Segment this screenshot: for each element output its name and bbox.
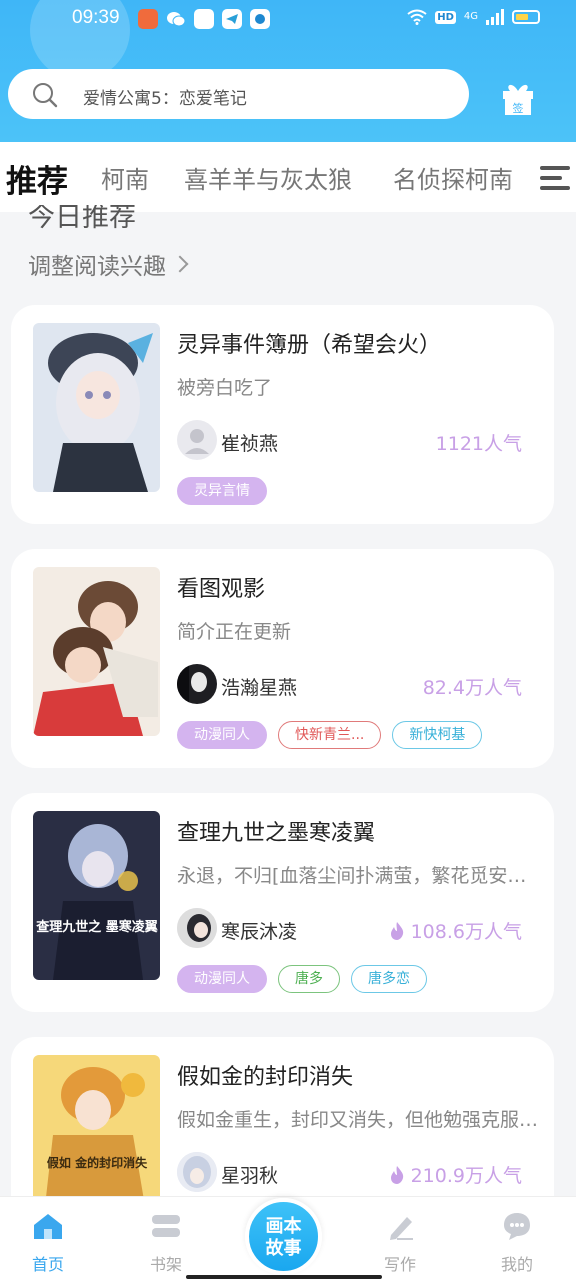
story-card[interactable]: 灵异事件簿册（希望会火） 被旁白吃了 崔祯燕 1121人气 灵异言情 [11, 305, 554, 524]
author-name[interactable]: 星羽秋 [221, 1161, 278, 1188]
tab-pleasant-goat[interactable]: 喜羊羊与灰太狼 [184, 160, 352, 195]
picture-story-label: 画本 故事 [265, 1216, 302, 1259]
nav-mine[interactable]: 我的 [477, 1211, 557, 1275]
author-avatar[interactable] [177, 664, 217, 704]
story-description: 简介正在更新 [177, 621, 292, 643]
author-name[interactable]: 寒辰沐凌 [221, 917, 297, 944]
checkin-gift-button[interactable]: 签 [499, 79, 537, 117]
story-tag[interactable]: 新快柯基 [392, 721, 483, 749]
story-tag[interactable]: 灵异言情 [177, 477, 267, 505]
hd-indicator: HD [435, 10, 456, 24]
popularity-count: 82.4万人气 [422, 677, 522, 699]
author-name[interactable]: 浩瀚星燕 [221, 673, 297, 700]
story-cover[interactable] [33, 323, 160, 492]
nav-home-label: 首页 [31, 1255, 64, 1274]
status-time: 09:39 [72, 7, 120, 28]
cover-title: 查理九世之 墨寒凌翼 [35, 919, 158, 935]
popularity-count: 1121人气 [435, 433, 522, 455]
tag-list: 动漫同人 唐多 唐多恋 [177, 965, 427, 993]
section-title: 今日推荐 [28, 205, 136, 233]
flame-icon [390, 921, 403, 940]
bookshelf-icon [152, 1215, 180, 1237]
story-title[interactable]: 灵异事件簿册（希望会火） [177, 327, 441, 359]
telegram-icon [222, 9, 242, 29]
network-type: 4G [463, 11, 478, 22]
tab-recommend[interactable]: 推荐 [6, 156, 68, 201]
story-title[interactable]: 看图观影 [177, 571, 265, 603]
nav-home[interactable]: 首页 [8, 1211, 88, 1275]
chevron-right-icon [171, 255, 189, 273]
adjust-interest-link[interactable]: 调整阅读兴趣 [28, 247, 189, 281]
author-avatar[interactable] [177, 1152, 217, 1192]
app-notification-icon [250, 9, 270, 29]
story-title[interactable]: 假如金的封印消失 [177, 1059, 353, 1091]
app-notification-icon [194, 9, 214, 29]
wechat-icon [166, 9, 186, 29]
story-card[interactable]: 查理九世之 墨寒凌翼 查理九世之墨寒凌翼 永退，不归[血落尘间扑满萤，繁花觅安…… [11, 793, 554, 1012]
cover-title: 假如 金的封印消失 [47, 1155, 148, 1170]
nav-shelf-label: 书架 [149, 1255, 182, 1274]
story-cover[interactable]: 查理九世之 墨寒凌翼 [33, 811, 160, 980]
nav-write-label: 写作 [383, 1255, 416, 1274]
story-description: 永退，不归[血落尘间扑满萤，繁花觅安… [177, 865, 527, 887]
battery-icon [512, 10, 540, 24]
story-description: 假如金重生，封印又消失，但他勉强克服… [177, 1109, 537, 1131]
wifi-icon [407, 9, 427, 25]
story-cover[interactable] [33, 567, 160, 736]
search-placeholder: 爱情公寓5：恋爱笔记 [83, 89, 247, 109]
popularity-count: 210.9万人气 [389, 1161, 522, 1188]
chat-bubble-icon [504, 1213, 530, 1240]
story-description: 被旁白吃了 [177, 377, 273, 399]
status-bar: 09:39 HD 4G [0, 4, 576, 32]
story-tag[interactable]: 动漫同人 [177, 965, 267, 993]
flame-icon [390, 1165, 403, 1184]
app-notification-icon [138, 9, 158, 29]
checkin-label: 签 [513, 101, 524, 115]
category-tabs: 推荐 柯南 喜羊羊与灰太狼 名侦探柯南 [0, 142, 576, 212]
tab-conan[interactable]: 柯南 [101, 160, 149, 195]
author-avatar[interactable] [177, 420, 217, 460]
gift-icon: 签 [503, 84, 533, 115]
tag-list: 灵异言情 [177, 477, 267, 505]
tag-list: 动漫同人 快新青兰... 新快柯基 [177, 721, 483, 749]
adjust-interest-label: 调整阅读兴趣 [28, 254, 166, 280]
popularity-count: 108.6万人气 [389, 917, 522, 944]
signal-icon [486, 9, 504, 25]
home-icon [34, 1214, 62, 1239]
status-indicators: HD 4G [407, 9, 540, 25]
top-header: 09:39 HD 4G 爱情公寓5：恋爱笔记 签 [0, 0, 576, 142]
story-tag[interactable]: 唐多恋 [351, 965, 427, 993]
search-icon [33, 83, 58, 108]
tab-detective-conan[interactable]: 名侦探柯南 [393, 160, 513, 195]
author-name[interactable]: 崔祯燕 [221, 429, 278, 456]
story-title[interactable]: 查理九世之墨寒凌翼 [177, 815, 375, 847]
search-bar[interactable]: 爱情公寓5：恋爱笔记 [8, 69, 469, 119]
nav-write[interactable]: 写作 [360, 1211, 440, 1275]
pencil-icon [390, 1217, 413, 1240]
story-tag[interactable]: 唐多 [278, 965, 340, 993]
story-tag[interactable]: 快新青兰... [278, 721, 382, 749]
category-menu-icon[interactable] [540, 164, 570, 192]
nav-mine-label: 我的 [500, 1255, 533, 1274]
nav-shelf[interactable]: 书架 [126, 1211, 206, 1275]
story-tag[interactable]: 动漫同人 [177, 721, 267, 749]
gesture-home-bar [186, 1275, 382, 1279]
author-avatar[interactable] [177, 908, 217, 948]
picture-story-button[interactable]: 画本 故事 [245, 1198, 322, 1275]
story-card[interactable]: 看图观影 简介正在更新 浩瀚星燕 82.4万人气 动漫同人 快新青兰... 新快… [11, 549, 554, 768]
